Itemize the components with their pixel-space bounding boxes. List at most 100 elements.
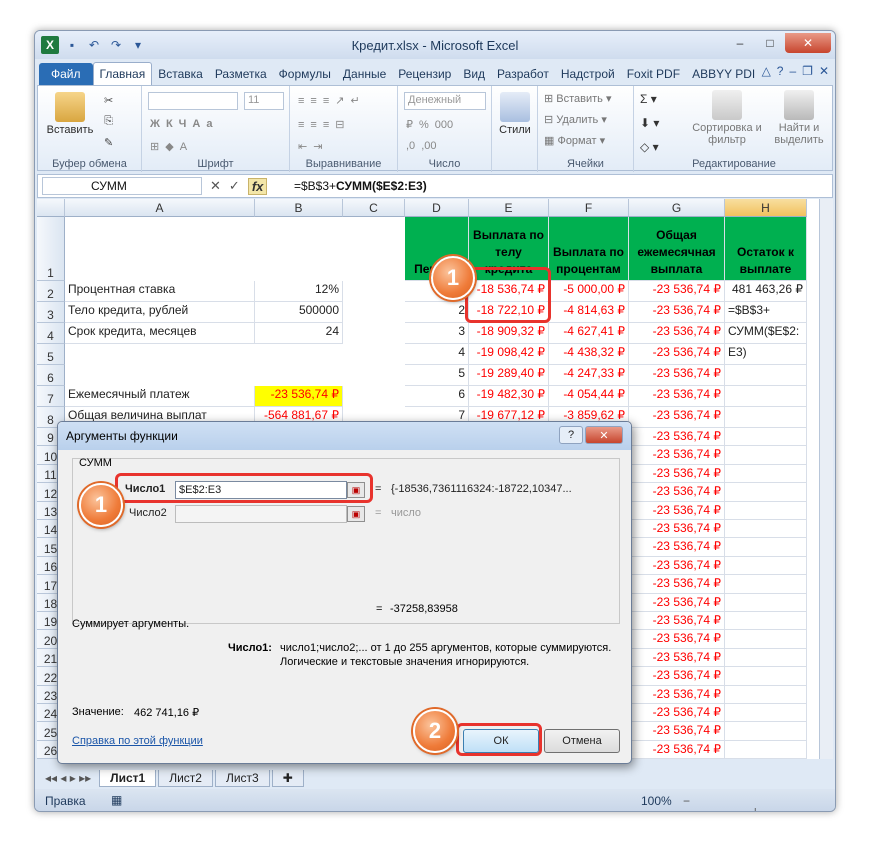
cell-balance[interactable] (725, 556, 807, 576)
styles-button[interactable]: Стили (496, 92, 534, 136)
cell-balance[interactable]: 481 463,26 ₽ (725, 281, 807, 302)
tab-file[interactable]: Файл (39, 63, 93, 85)
function-help-link[interactable]: Справка по этой функции (72, 735, 203, 747)
indent-decrease-icon[interactable]: ⇤ (298, 140, 307, 153)
cell-total[interactable]: -23 536,74 ₽ (629, 630, 725, 649)
cell-total[interactable]: -23 536,74 ₽ (629, 593, 725, 612)
cell-total[interactable]: -23 536,74 ₽ (629, 667, 725, 686)
doc-restore-icon[interactable]: ❐ (802, 64, 813, 78)
cancel-button[interactable]: Отмена (544, 729, 620, 753)
cell-interest[interactable]: -4 438,32 ₽ (549, 344, 629, 365)
cell-total[interactable]: -23 536,74 ₽ (629, 685, 725, 704)
font-name-input[interactable] (148, 92, 238, 110)
row-header[interactable]: 7 (37, 386, 65, 407)
cell-b2[interactable]: 12% (255, 281, 343, 302)
cell-balance[interactable] (725, 464, 807, 484)
italic-icon[interactable]: К (166, 118, 173, 130)
wrap-text-icon[interactable]: ↵ (350, 94, 359, 107)
row-header[interactable]: 5 (37, 344, 65, 365)
cell-balance[interactable] (725, 704, 807, 723)
cell-total[interactable]: -23 536,74 ₽ (629, 501, 725, 520)
increase-decimal-icon[interactable]: ,0 (406, 140, 415, 152)
cell-a3[interactable]: Тело кредита, рублей (65, 302, 255, 323)
cell-total[interactable]: -23 536,74 ₽ (629, 407, 725, 428)
cell-total[interactable]: -23 536,74 ₽ (629, 446, 725, 465)
tab-formulas[interactable]: Формулы (273, 63, 337, 85)
cell-total[interactable]: -23 536,74 ₽ (629, 520, 725, 539)
arg2-collapse-icon[interactable]: ▣ (347, 506, 365, 522)
doc-close-icon[interactable]: ✕ (819, 64, 829, 78)
fill-color-icon[interactable]: ◆ (165, 140, 173, 153)
cell-total[interactable]: -23 536,74 ₽ (629, 704, 725, 723)
cell-principal[interactable]: -18 722,10 ₽ (469, 302, 549, 323)
copy-icon[interactable]: ⎘ (104, 115, 113, 128)
tab-addins[interactable]: Надстрой (555, 63, 621, 85)
delete-cells-button[interactable]: ⊟ Удалить ▾ (544, 113, 607, 126)
cell-b3[interactable]: 500000 (255, 302, 343, 323)
cancel-entry-icon[interactable]: ✕ (210, 178, 221, 195)
cell-period[interactable]: 6 (405, 386, 469, 407)
cell-total[interactable]: -23 536,74 ₽ (629, 281, 725, 302)
align-center-icon[interactable]: ≡ (310, 119, 316, 131)
number-format-select[interactable]: Денежный (404, 92, 486, 110)
cell-total[interactable]: -23 536,74 ₽ (629, 464, 725, 484)
cell-total[interactable]: -23 536,74 ₽ (629, 428, 725, 447)
thousands-icon[interactable]: 000 (435, 119, 453, 131)
bold-icon[interactable]: Ж (150, 118, 160, 130)
row-header[interactable]: 3 (37, 302, 65, 323)
align-top-icon[interactable]: ≡ (298, 95, 304, 107)
tab-foxit[interactable]: Foxit PDF (621, 63, 686, 85)
cell-balance[interactable]: E3) (725, 344, 807, 365)
cell-total[interactable]: -23 536,74 ₽ (629, 740, 725, 759)
tab-home[interactable]: Главная (92, 62, 153, 85)
dialog-help-icon[interactable]: ? (559, 426, 583, 444)
column-header-f[interactable]: F (549, 199, 629, 217)
cell-total[interactable]: -23 536,74 ₽ (629, 575, 725, 594)
arg1-input[interactable]: $E$2:E3 (175, 481, 347, 499)
cell-balance[interactable] (725, 483, 807, 502)
cell-balance[interactable] (725, 446, 807, 465)
ribbon-minimize-icon[interactable]: △ (762, 64, 771, 78)
cell-balance[interactable] (725, 501, 807, 520)
sheet-nav-arrows[interactable]: ◂◂ ◂ ▸ ▸▸ (37, 771, 99, 785)
cell-b7[interactable]: -23 536,74 ₽ (255, 386, 343, 407)
tab-layout[interactable]: Разметка (209, 63, 273, 85)
insert-cells-button[interactable]: ⊞ Вставить ▾ (544, 92, 612, 105)
cell-interest[interactable]: -4 627,41 ₽ (549, 323, 629, 344)
percent-icon[interactable]: % (419, 119, 429, 131)
arg2-input[interactable] (175, 505, 347, 523)
ok-button[interactable]: ОК (463, 729, 539, 753)
cell-balance[interactable] (725, 520, 807, 539)
tab-review[interactable]: Рецензир (392, 63, 457, 85)
cut-icon[interactable]: ✂ (104, 94, 113, 107)
header-balance[interactable]: Остаток к выплате (725, 217, 807, 281)
dialog-close-icon[interactable]: ✕ (585, 426, 623, 444)
font-size-input[interactable]: 11 (244, 92, 284, 110)
cell-total[interactable]: -23 536,74 ₽ (629, 302, 725, 323)
cell-total[interactable]: -23 536,74 ₽ (629, 365, 725, 386)
cell-total[interactable]: -23 536,74 ₽ (629, 386, 725, 407)
autosum-icon[interactable]: Σ ▾ (640, 92, 657, 106)
tab-insert[interactable]: Вставка (152, 63, 209, 85)
paste-button[interactable]: Вставить (44, 92, 96, 136)
cell-interest[interactable]: -4 814,63 ₽ (549, 302, 629, 323)
cell-a7[interactable]: Ежемесячный платеж (65, 386, 255, 407)
arg1-collapse-icon[interactable]: ▣ (347, 482, 365, 498)
column-header-b[interactable]: B (255, 199, 343, 217)
cell-principal[interactable]: -18 909,32 ₽ (469, 323, 549, 344)
select-all-corner[interactable] (37, 199, 65, 217)
cell-interest[interactable]: -4 247,33 ₽ (549, 365, 629, 386)
cell-balance[interactable] (725, 407, 807, 428)
zoom-level[interactable]: 100% (641, 794, 672, 808)
sheet-tab-2[interactable]: Лист2 (158, 769, 213, 787)
header-total-payment[interactable]: Общая ежемесячная выплата (629, 217, 725, 281)
cell-balance[interactable] (725, 740, 807, 759)
cell-balance[interactable] (725, 538, 807, 557)
cell-balance[interactable] (725, 630, 807, 649)
cell-balance[interactable] (725, 593, 807, 612)
tab-developer[interactable]: Разработ (491, 63, 555, 85)
format-painter-icon[interactable]: ✎ (104, 136, 113, 149)
column-header-a[interactable]: A (65, 199, 255, 217)
cell-balance[interactable] (725, 648, 807, 668)
confirm-entry-icon[interactable]: ✓ (229, 178, 240, 195)
